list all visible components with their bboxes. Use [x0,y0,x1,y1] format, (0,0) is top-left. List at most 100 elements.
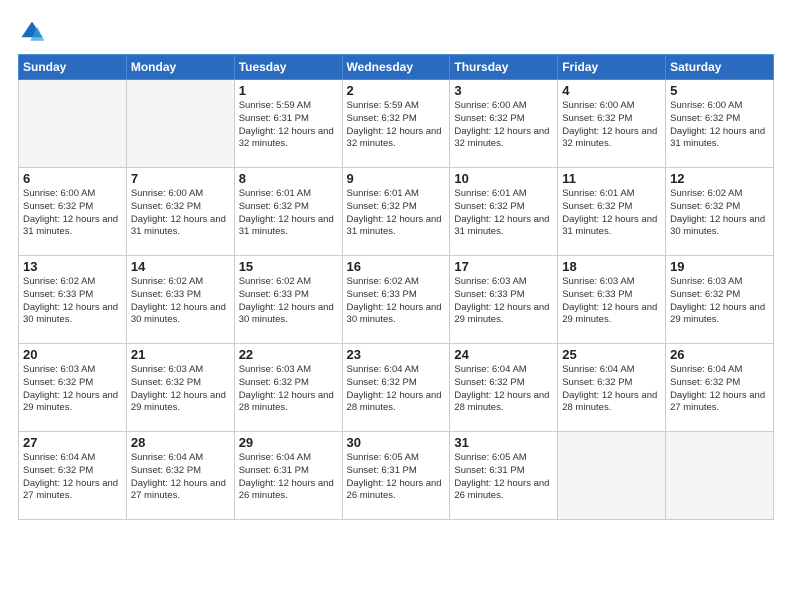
calendar: SundayMondayTuesdayWednesdayThursdayFrid… [18,54,774,520]
day-info: Sunrise: 6:01 AM Sunset: 6:32 PM Dayligh… [454,188,553,239]
day-number: 21 [131,347,230,362]
day-info: Sunrise: 6:01 AM Sunset: 6:32 PM Dayligh… [347,188,446,239]
day-info: Sunrise: 6:05 AM Sunset: 6:31 PM Dayligh… [347,452,446,503]
calendar-week: 1 Sunrise: 5:59 AM Sunset: 6:31 PM Daylig… [19,80,774,168]
calendar-cell: 15 Sunrise: 6:02 AM Sunset: 6:33 PM Dayli… [234,256,342,344]
header-day: Monday [126,55,234,80]
calendar-cell: 25 Sunrise: 6:04 AM Sunset: 6:32 PM Dayli… [558,344,666,432]
calendar-cell: 17Sunrise: 6:03 AM Sunset: 6:33 PM Dayli… [450,256,558,344]
day-info: Sunrise: 6:03 AM Sunset: 6:32 PM Dayligh… [670,276,769,327]
calendar-cell: 10 Sunrise: 6:01 AM Sunset: 6:32 PM Dayli… [450,168,558,256]
day-info: Sunrise: 6:04 AM Sunset: 6:32 PM Dayligh… [23,452,122,503]
day-number: 11 [562,171,661,186]
calendar-cell: 12 Sunrise: 6:02 AM Sunset: 6:32 PM Dayli… [666,168,774,256]
day-info: Sunrise: 6:04 AM Sunset: 6:31 PM Dayligh… [239,452,338,503]
calendar-header: SundayMondayTuesdayWednesdayThursdayFrid… [19,55,774,80]
calendar-cell: 23 Sunrise: 6:04 AM Sunset: 6:32 PM Dayli… [342,344,450,432]
calendar-cell: 13Sunrise: 6:02 AM Sunset: 6:33 PM Dayli… [19,256,127,344]
calendar-cell: 7 Sunrise: 6:00 AM Sunset: 6:32 PM Daylig… [126,168,234,256]
day-info: Sunrise: 6:01 AM Sunset: 6:32 PM Dayligh… [239,188,338,239]
day-number: 28 [131,435,230,450]
calendar-cell: 8 Sunrise: 6:01 AM Sunset: 6:32 PM Daylig… [234,168,342,256]
calendar-cell: 5 Sunrise: 6:00 AM Sunset: 6:32 PM Daylig… [666,80,774,168]
day-number: 26 [670,347,769,362]
day-number: 27 [23,435,122,450]
day-number: 13 [23,259,122,274]
day-info: Sunrise: 6:01 AM Sunset: 6:32 PM Dayligh… [562,188,661,239]
day-number: 20 [23,347,122,362]
calendar-cell: 16Sunrise: 6:02 AM Sunset: 6:33 PM Dayli… [342,256,450,344]
calendar-cell: 24Sunrise: 6:04 AM Sunset: 6:32 PM Dayli… [450,344,558,432]
day-info: Sunrise: 6:04 AM Sunset: 6:32 PM Dayligh… [670,364,769,415]
calendar-cell [19,80,127,168]
calendar-body: 1 Sunrise: 5:59 AM Sunset: 6:31 PM Daylig… [19,80,774,520]
day-info: Sunrise: 6:02 AM Sunset: 6:32 PM Dayligh… [670,188,769,239]
day-number: 12 [670,171,769,186]
logo [18,18,50,46]
day-number: 19 [670,259,769,274]
day-info: Sunrise: 5:59 AM Sunset: 6:31 PM Dayligh… [239,100,338,151]
calendar-cell: 1 Sunrise: 5:59 AM Sunset: 6:31 PM Daylig… [234,80,342,168]
day-number: 2 [347,83,446,98]
header-day: Tuesday [234,55,342,80]
day-number: 25 [562,347,661,362]
calendar-cell: 14Sunrise: 6:02 AM Sunset: 6:33 PM Dayli… [126,256,234,344]
calendar-cell: 30 Sunrise: 6:05 AM Sunset: 6:31 PM Dayli… [342,432,450,520]
day-number: 24 [454,347,553,362]
header-row: SundayMondayTuesdayWednesdayThursdayFrid… [19,55,774,80]
calendar-cell: 19 Sunrise: 6:03 AM Sunset: 6:32 PM Dayli… [666,256,774,344]
day-info: Sunrise: 6:04 AM Sunset: 6:32 PM Dayligh… [562,364,661,415]
calendar-cell: 27 Sunrise: 6:04 AM Sunset: 6:32 PM Dayli… [19,432,127,520]
calendar-cell [558,432,666,520]
calendar-cell: 11 Sunrise: 6:01 AM Sunset: 6:32 PM Dayli… [558,168,666,256]
calendar-week: 27 Sunrise: 6:04 AM Sunset: 6:32 PM Dayli… [19,432,774,520]
day-number: 23 [347,347,446,362]
day-info: Sunrise: 6:00 AM Sunset: 6:32 PM Dayligh… [131,188,230,239]
day-number: 7 [131,171,230,186]
day-number: 31 [454,435,553,450]
header-day: Friday [558,55,666,80]
day-number: 18 [562,259,661,274]
header-area [18,18,774,46]
calendar-cell: 2Sunrise: 5:59 AM Sunset: 6:32 PM Daylig… [342,80,450,168]
header-day: Sunday [19,55,127,80]
day-number: 4 [562,83,661,98]
day-number: 8 [239,171,338,186]
calendar-cell: 9 Sunrise: 6:01 AM Sunset: 6:32 PM Daylig… [342,168,450,256]
calendar-cell: 21 Sunrise: 6:03 AM Sunset: 6:32 PM Dayli… [126,344,234,432]
day-number: 15 [239,259,338,274]
day-info: Sunrise: 6:00 AM Sunset: 6:32 PM Dayligh… [670,100,769,151]
calendar-cell: 29 Sunrise: 6:04 AM Sunset: 6:31 PM Dayli… [234,432,342,520]
day-number: 5 [670,83,769,98]
calendar-cell: 26 Sunrise: 6:04 AM Sunset: 6:32 PM Dayli… [666,344,774,432]
day-info: Sunrise: 6:00 AM Sunset: 6:32 PM Dayligh… [562,100,661,151]
day-info: Sunrise: 6:00 AM Sunset: 6:32 PM Dayligh… [454,100,553,151]
calendar-cell: 6Sunrise: 6:00 AM Sunset: 6:32 PM Daylig… [19,168,127,256]
calendar-cell [126,80,234,168]
day-info: Sunrise: 6:00 AM Sunset: 6:32 PM Dayligh… [23,188,122,239]
day-info: Sunrise: 6:03 AM Sunset: 6:32 PM Dayligh… [239,364,338,415]
day-info: Sunrise: 6:02 AM Sunset: 6:33 PM Dayligh… [239,276,338,327]
day-info: Sunrise: 6:03 AM Sunset: 6:32 PM Dayligh… [23,364,122,415]
day-number: 10 [454,171,553,186]
day-info: Sunrise: 6:04 AM Sunset: 6:32 PM Dayligh… [131,452,230,503]
day-info: Sunrise: 6:04 AM Sunset: 6:32 PM Dayligh… [347,364,446,415]
calendar-week: 20 Sunrise: 6:03 AM Sunset: 6:32 PM Dayli… [19,344,774,432]
page: SundayMondayTuesdayWednesdayThursdayFrid… [0,0,792,612]
header-day: Saturday [666,55,774,80]
day-number: 17 [454,259,553,274]
logo-icon [18,18,46,46]
day-number: 1 [239,83,338,98]
header-day: Wednesday [342,55,450,80]
header-day: Thursday [450,55,558,80]
day-number: 3 [454,83,553,98]
day-info: Sunrise: 6:05 AM Sunset: 6:31 PM Dayligh… [454,452,553,503]
day-info: Sunrise: 6:02 AM Sunset: 6:33 PM Dayligh… [131,276,230,327]
day-info: Sunrise: 6:03 AM Sunset: 6:32 PM Dayligh… [131,364,230,415]
calendar-cell: 3 Sunrise: 6:00 AM Sunset: 6:32 PM Daylig… [450,80,558,168]
day-number: 30 [347,435,446,450]
day-info: Sunrise: 6:03 AM Sunset: 6:33 PM Dayligh… [562,276,661,327]
day-number: 29 [239,435,338,450]
calendar-week: 6Sunrise: 6:00 AM Sunset: 6:32 PM Daylig… [19,168,774,256]
day-number: 9 [347,171,446,186]
